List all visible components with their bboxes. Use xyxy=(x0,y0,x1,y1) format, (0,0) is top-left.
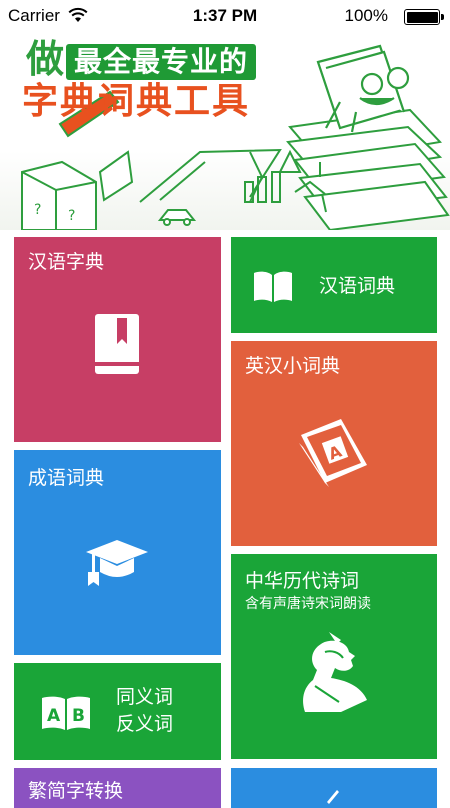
banner-slogan-line1: 最全最专业的 xyxy=(66,44,257,80)
tile-icon-partial xyxy=(327,790,339,804)
tile-subtitle: 含有声唐诗宋词朗读 xyxy=(245,596,371,612)
tile-chinese-word-dictionary[interactable]: 汉语词典 xyxy=(231,237,437,333)
banner-prefix: 做 xyxy=(26,37,65,81)
header-banner: ? ? 做 最全最专业的 字典词典工具 xyxy=(0,32,450,230)
book-bookmark-icon xyxy=(95,314,139,374)
english-dictionary-icon: A xyxy=(299,419,367,487)
tile-english-chinese-dictionary[interactable]: 英汉小词典 A xyxy=(231,341,437,546)
banner-slogan-line2: 字典词典工具 xyxy=(22,81,251,122)
tile-label: 中华历代诗词 xyxy=(245,570,360,592)
svg-text:A: A xyxy=(47,706,61,726)
poet-silhouette-icon xyxy=(303,632,367,712)
svg-text:?: ? xyxy=(34,202,41,218)
tile-more[interactable] xyxy=(231,768,437,808)
tile-label: 汉语词典 xyxy=(319,275,396,297)
tile-classical-poetry[interactable]: 中华历代诗词 含有声唐诗宋词朗读 xyxy=(231,554,437,759)
tile-label: 繁简字转换 xyxy=(28,780,124,802)
battery-percent: 100% xyxy=(344,6,389,25)
svg-text:B: B xyxy=(72,706,85,726)
svg-text:?: ? xyxy=(68,208,75,224)
tile-traditional-simplified-conversion[interactable]: 繁简字转换 xyxy=(14,768,221,808)
tile-label-line2: 反义词 xyxy=(116,713,174,735)
tile-chinese-character-dictionary[interactable]: 汉语字典 xyxy=(14,237,221,442)
tile-label: 汉语字典 xyxy=(28,251,105,273)
graduation-cap-icon xyxy=(86,540,148,586)
tile-idiom-dictionary[interactable]: 成语词典 xyxy=(14,450,221,655)
status-bar: Carrier 1:37 PM 100% xyxy=(0,0,450,32)
tile-label-line1: 同义词 xyxy=(116,686,174,708)
open-book-icon xyxy=(254,271,292,302)
tile-label: 成语词典 xyxy=(28,467,105,489)
ab-book-icon: A B xyxy=(42,696,90,730)
battery-icon xyxy=(404,9,444,25)
tile-label: 英汉小词典 xyxy=(245,355,341,377)
tile-synonym-antonym[interactable]: A B 同义词 反义词 xyxy=(14,663,221,760)
